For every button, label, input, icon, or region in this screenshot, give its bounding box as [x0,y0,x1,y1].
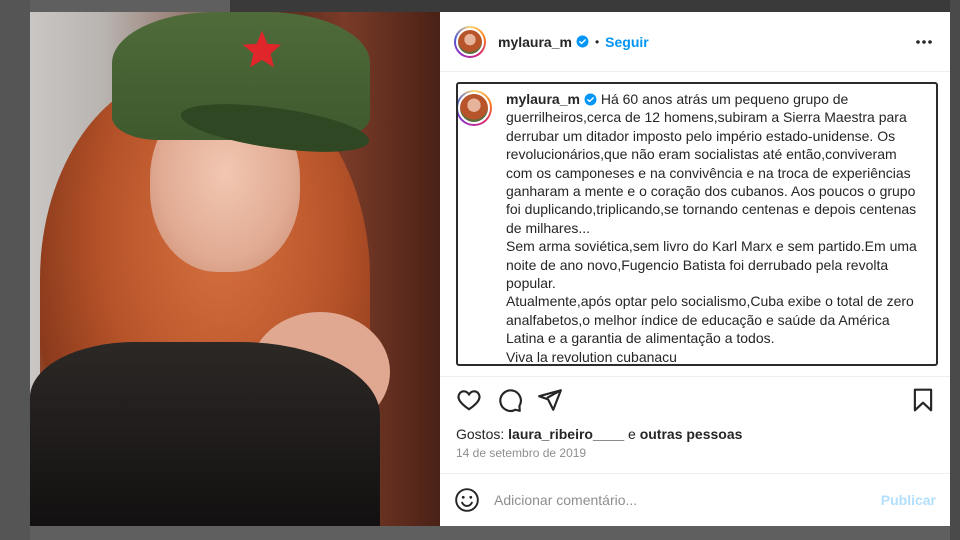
author-avatar[interactable] [454,25,486,58]
comment-bubble-icon[interactable] [497,387,523,413]
publish-button[interactable]: Publicar [881,492,936,508]
post-date[interactable]: 14 de setembro de 2019 [456,446,586,460]
header-separator: • [594,34,600,49]
caption-body: Há 60 anos atrás um pequeno grupo de gue… [506,91,917,365]
action-bar [440,376,950,417]
post-header: mylaura_m • Seguir [440,12,950,72]
comment-bar: Adicionar comentário... Publicar [440,473,950,526]
caption-container: mylaura_m Há 60 anos atrás um pequeno gr… [456,82,938,366]
likes-others-link[interactable]: outras pessoas [640,426,743,442]
verified-badge-icon [576,35,589,48]
red-star-icon [242,30,282,68]
background-right [950,0,960,540]
post-modal: mylaura_m • Seguir mylaura_m Há 60 anos … [30,12,950,526]
author-username[interactable]: mylaura_m [498,34,572,50]
comment-input[interactable]: Adicionar comentário... [494,492,881,508]
likes-user-link[interactable]: laura_ribeiro____ [508,426,624,442]
verified-badge-icon [584,93,597,106]
photo-top [30,342,380,526]
caption-avatar[interactable] [458,90,492,126]
more-options-icon[interactable] [912,30,936,54]
post-side-panel: mylaura_m • Seguir mylaura_m Há 60 anos … [440,12,950,526]
post-photo[interactable] [30,12,440,526]
bookmark-icon[interactable] [910,387,936,413]
likes-prefix: Gostos: [456,426,505,442]
likes-summary: Gostos: laura_ribeiro____ e outras pesso… [456,426,742,442]
caption-username[interactable]: mylaura_m [506,91,580,107]
heart-icon[interactable] [456,387,482,413]
caption-text: mylaura_m Há 60 anos atrás um pequeno gr… [506,90,926,364]
follow-button[interactable]: Seguir [605,34,649,50]
likes-connector: e [628,426,636,442]
background-left [0,0,30,540]
paper-plane-icon[interactable] [537,387,563,413]
background-strip [230,0,960,12]
emoji-smiley-icon[interactable] [454,487,480,513]
